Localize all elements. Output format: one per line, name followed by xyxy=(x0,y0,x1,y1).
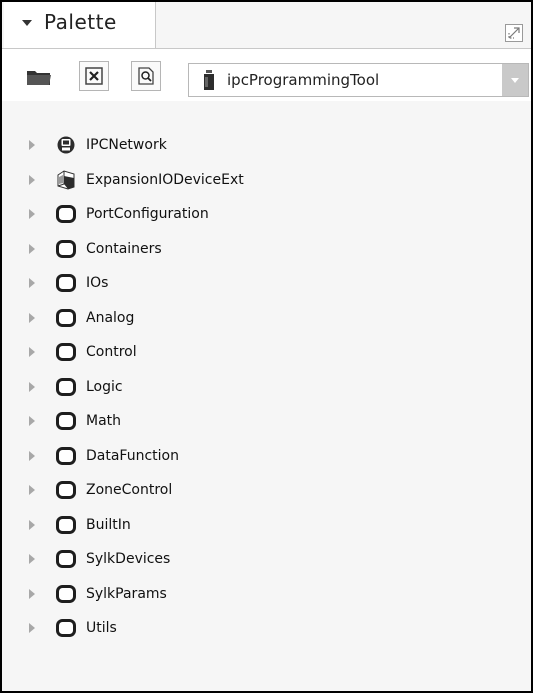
tree-item-ipcnetwork[interactable]: IPCNetwork xyxy=(2,128,531,163)
tree-item-sylkdevices[interactable]: SylkDevices xyxy=(2,542,531,577)
tree-item-analog[interactable]: Analog xyxy=(2,301,531,336)
expand-icon[interactable] xyxy=(29,278,35,288)
maximize-icon[interactable] xyxy=(505,24,523,42)
tree-item-label: Analog xyxy=(86,309,135,326)
folder-icon xyxy=(56,549,76,569)
tree-item-label: Utils xyxy=(86,620,117,636)
tree-item-label: Math xyxy=(86,413,122,429)
tree-item-label: Containers xyxy=(86,240,162,257)
expand-icon[interactable] xyxy=(29,381,35,392)
tree-item-logic[interactable]: Logic xyxy=(2,370,531,405)
tab-title: Palette xyxy=(44,10,117,34)
module-name: ipcProgrammingTool xyxy=(227,71,380,89)
tree-item-label: BuiltIn xyxy=(86,516,131,533)
tree-item-containers[interactable]: Containers xyxy=(2,232,531,267)
expand-icon[interactable] xyxy=(29,519,35,530)
expand-icon[interactable] xyxy=(29,209,35,219)
folder-icon xyxy=(56,480,76,500)
module-select[interactable]: ipcProgrammingTool xyxy=(188,63,529,97)
folder-icon xyxy=(56,618,76,638)
folder-icon xyxy=(56,377,76,397)
tree-item-zonecontrol[interactable]: ZoneControl xyxy=(2,473,531,508)
tree-item-label: PortConfiguration xyxy=(86,206,209,222)
tree-item-label: SylkDevices xyxy=(86,551,171,567)
palette-toolbar: ipcProgrammingTool xyxy=(2,49,531,101)
folder-icon xyxy=(56,273,76,293)
tab-strip: Palette xyxy=(2,2,531,49)
device-ext-icon xyxy=(56,169,76,190)
close-icon xyxy=(85,67,103,85)
find-icon xyxy=(138,67,154,85)
folder-icon xyxy=(56,308,76,328)
expand-icon[interactable] xyxy=(29,312,35,323)
tree-item-portconfiguration[interactable]: PortConfiguration xyxy=(2,197,531,232)
tree-item-datafunction[interactable]: DataFunction xyxy=(2,439,531,474)
folder-icon xyxy=(56,515,76,535)
tab-palette[interactable]: Palette xyxy=(4,2,156,48)
expand-icon[interactable] xyxy=(29,588,35,599)
folder-icon xyxy=(56,204,76,224)
tree-item-label: DataFunction xyxy=(86,447,179,464)
expand-icon[interactable] xyxy=(29,416,35,426)
expand-icon[interactable] xyxy=(29,140,35,150)
find-button[interactable] xyxy=(131,61,161,91)
tree-item-expansioniodeviceext[interactable]: ExpansionIODeviceExt xyxy=(2,163,531,198)
tree-item-ios[interactable]: IOs xyxy=(2,266,531,301)
tree-item-utils[interactable]: Utils xyxy=(2,611,531,646)
tree-item-label: Logic xyxy=(86,378,123,395)
close-palette-button[interactable] xyxy=(79,61,109,91)
expand-icon[interactable] xyxy=(29,623,35,633)
folder-icon xyxy=(56,342,76,362)
folder-icon xyxy=(27,71,51,85)
tree-item-math[interactable]: Math xyxy=(2,404,531,439)
open-palette-button[interactable] xyxy=(24,61,54,91)
tree-item-label: Control xyxy=(86,344,137,360)
expand-icon[interactable] xyxy=(29,243,35,254)
palette-tree: IPCNetwork ExpansionIODeviceExt PortConf… xyxy=(2,128,531,646)
tree-item-control[interactable]: Control xyxy=(2,335,531,370)
tree-item-label: IPCNetwork xyxy=(86,137,167,153)
folder-icon xyxy=(56,239,76,259)
palette-panel: Palette ipcProgrammingTool IPCNetwork Ex… xyxy=(0,0,533,693)
tree-item-label: IOs xyxy=(86,275,109,291)
chevron-down-icon[interactable] xyxy=(22,20,32,26)
folder-icon xyxy=(56,411,76,431)
expand-icon[interactable] xyxy=(29,485,35,495)
tree-item-label: ExpansionIODeviceExt xyxy=(86,171,244,188)
jar-icon xyxy=(204,70,214,90)
dropdown-arrow-icon[interactable] xyxy=(502,64,528,96)
expand-icon[interactable] xyxy=(29,450,35,461)
tree-item-label: SylkParams xyxy=(86,585,167,602)
expand-icon[interactable] xyxy=(29,174,35,185)
network-icon xyxy=(56,135,76,155)
folder-icon xyxy=(56,584,76,604)
tree-item-label: ZoneControl xyxy=(86,482,173,498)
folder-icon xyxy=(56,446,76,466)
expand-icon[interactable] xyxy=(29,347,35,357)
expand-icon[interactable] xyxy=(29,554,35,564)
tree-item-builtin[interactable]: BuiltIn xyxy=(2,508,531,543)
tree-item-sylkparams[interactable]: SylkParams xyxy=(2,577,531,612)
